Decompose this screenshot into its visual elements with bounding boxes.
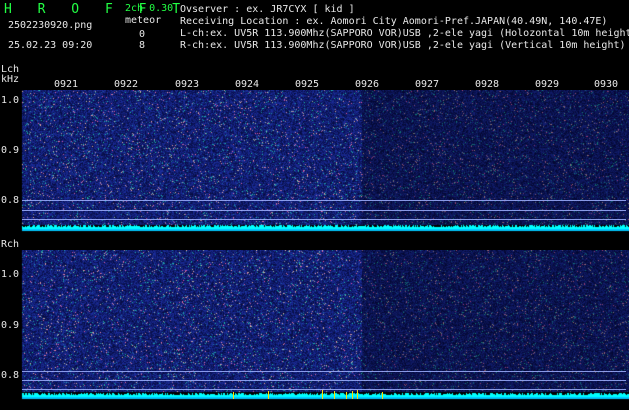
meteor-marker [334,391,335,399]
datetime-label: 25.02.23 09:20 [8,40,93,51]
meteor-marker [382,392,383,399]
meteor-marker [346,392,347,399]
lch-ytick-0-8: 0.8 [1,195,20,206]
lch-unit-label: kHz [1,74,20,85]
lch-info-line: L-ch:ex. UV5R 113.900Mhz(SAPPORO VOR)USB… [180,28,629,39]
rch-ytick-1-0: 1.0 [1,269,20,280]
filename-label: 2502230920.png [8,20,93,31]
lch-ytick-1-0: 1.0 [1,95,20,106]
time-label-0927: 0927 [415,79,440,90]
time-label-0929: 0929 [535,79,560,90]
meteor-count-r: 8 [139,40,146,51]
meteor-label: meteor [125,15,162,26]
location-line: Receiving Location : ex. Aomori City Aom… [180,16,608,27]
observer-line: Ovserver : ex. JR7CYX [ kid ] [180,4,355,15]
time-label-0922: 0922 [114,79,139,90]
rch-ref-line-2 [22,380,626,381]
meteor-count-l: 0 [139,29,146,40]
rch-label: Rch [1,239,20,250]
meteor-marker [322,390,323,399]
time-label-0926: 0926 [355,79,380,90]
lch-ref-line-1 [22,200,626,201]
time-label-0928: 0928 [475,79,500,90]
rch-ref-line-3 [22,389,626,390]
lch-ref-line-3 [22,219,626,220]
mode-label: 2ch 0.30 [125,3,174,14]
time-label-0924: 0924 [235,79,260,90]
hroft-window: H R O F F T 2ch 0.30 meteor 2502230920.p… [0,0,629,410]
meteor-marker [352,391,353,399]
rch-ytick-0-9: 0.9 [1,320,20,331]
meteor-marker [233,392,234,399]
lch-ytick-0-9: 0.9 [1,145,20,156]
time-label-0925: 0925 [295,79,320,90]
meteor-marker [268,391,269,399]
rch-ref-line-1 [22,371,626,372]
time-label-0930: 0930 [594,79,619,90]
time-label-0923: 0923 [175,79,200,90]
meteor-marker [357,390,358,399]
rch-ytick-0-8: 0.8 [1,370,20,381]
time-label-0921: 0921 [54,79,79,90]
lch-ref-line-2 [22,210,626,211]
rch-info-line: R-ch:ex. UV5R 113.900Mhz(SAPPORO VOR)USB… [180,40,626,51]
